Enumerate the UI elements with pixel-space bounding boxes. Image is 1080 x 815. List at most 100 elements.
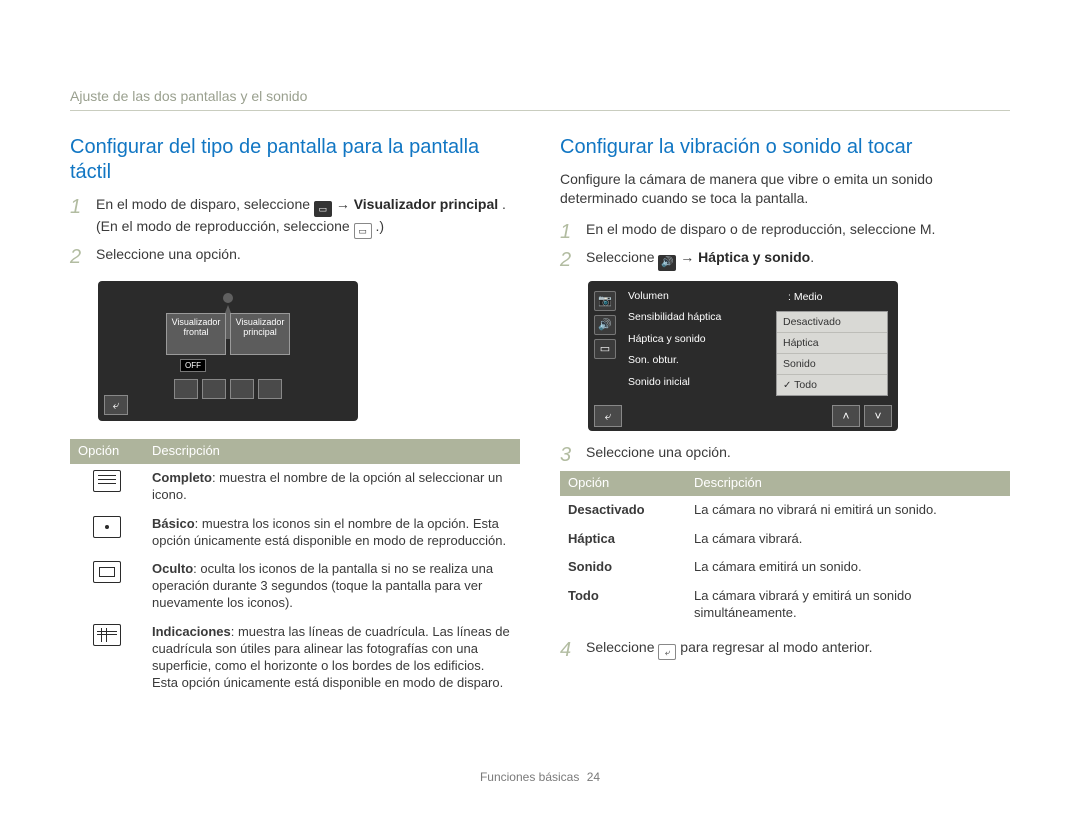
row-label: Oculto xyxy=(152,561,193,576)
step-number: 1 xyxy=(560,220,578,242)
step-number: 4 xyxy=(560,638,578,660)
row-label: Básico xyxy=(152,516,195,531)
bold-text: Visualizador principal xyxy=(354,196,498,212)
right-step-4: 4 Seleccione ⤶ para regresar al modo ant… xyxy=(560,638,1010,660)
step-number: 2 xyxy=(560,248,578,271)
option-icon xyxy=(258,379,282,399)
row-label: Indicaciones xyxy=(152,624,231,639)
text: . xyxy=(810,249,814,265)
row-desc: La cámara no vibrará ni emitirá un sonid… xyxy=(686,496,1010,525)
row-label: Sonido xyxy=(568,559,612,574)
down-icon: ˅ xyxy=(864,405,892,427)
arrow: → xyxy=(680,249,698,265)
menu-item: Sonido inicial xyxy=(628,377,721,389)
page-footer: Funciones básicas 24 xyxy=(0,770,1080,784)
text: Seleccione xyxy=(586,249,658,265)
text: Seleccione xyxy=(586,639,658,655)
menu-item: Volumen xyxy=(628,291,721,303)
text: En el modo de disparo o de reproducción,… xyxy=(586,220,1010,242)
camera-icon: 📷 xyxy=(594,291,616,311)
sound-icon: 🔊 xyxy=(658,255,676,271)
row-label: Desactivado xyxy=(568,502,645,517)
table-row: Completo: muestra el nombre de la opción… xyxy=(70,464,520,510)
display-icon: ▭ xyxy=(314,201,332,217)
text: En el modo de disparo, seleccione xyxy=(96,196,314,212)
row-desc: La cámara vibrará. xyxy=(686,525,1010,554)
sound-icon: 🔊 xyxy=(594,315,616,335)
table-row: Todo La cámara vibrará y emitirá un soni… xyxy=(560,582,1010,628)
menu-labels: Volumen Sensibilidad háptica Háptica y s… xyxy=(628,291,721,389)
dropdown-option: Desactivado xyxy=(777,312,887,333)
text: Seleccione una opción. xyxy=(586,443,1010,465)
haptic-dropdown: Desactivado Háptica Sonido Todo xyxy=(776,311,888,396)
haptic-settings-screenshot: 📷 🔊 ▭ Volumen Sensibilidad háptica Hápti… xyxy=(588,281,898,431)
right-section-title: Conﬁgurar la vibración o sonido al tocar xyxy=(560,135,1010,160)
main-display-tile: Visualizadorprincipal xyxy=(230,313,290,355)
row-label: Todo xyxy=(568,588,599,603)
back-icon: ⤶ xyxy=(658,644,676,660)
table-row: Indicaciones: muestra las líneas de cuad… xyxy=(70,618,520,698)
table-row: Sonido La cámara emitirá un sonido. xyxy=(560,553,1010,582)
arrow: → xyxy=(336,196,354,212)
display-options-table: Opción Descripción Completo: muestra el … xyxy=(70,439,520,698)
row-desc: : muestra los iconos sin el nombre de la… xyxy=(152,516,506,548)
text: para regresar al modo anterior. xyxy=(680,639,872,655)
menu-item: Son. obtur. xyxy=(628,355,721,367)
table-row: Háptica La cámara vibrará. xyxy=(560,525,1010,554)
off-badge: OFF xyxy=(180,359,206,372)
display-icon: ▭ xyxy=(594,339,616,359)
table-header-option: Opción xyxy=(70,439,144,464)
table-row: Básico: muestra los iconos sin el nombre… xyxy=(70,510,520,556)
right-step-3: 3 Seleccione una opción. xyxy=(560,443,1010,465)
table-header-description: Descripción xyxy=(144,439,520,464)
right-step-1: 1 En el modo de disparo o de reproducció… xyxy=(560,220,1010,242)
back-icon: ⤶ xyxy=(104,395,128,415)
option-icon xyxy=(202,379,226,399)
option-icon xyxy=(174,379,198,399)
back-icon: ⤶ xyxy=(594,405,622,427)
left-step-1: 1 En el modo de disparo, seleccione ▭ → … xyxy=(70,195,520,239)
text: Seleccione una opción. xyxy=(96,245,520,267)
icon-row xyxy=(174,379,282,399)
up-icon: ˄ xyxy=(832,405,860,427)
option-icon xyxy=(230,379,254,399)
table-header-option: Opción xyxy=(560,471,686,496)
menu-item: Háptica y sonido xyxy=(628,334,721,346)
right-intro: Conﬁgure la cámara de manera que vibre o… xyxy=(560,170,1010,208)
text: .) xyxy=(375,218,384,234)
menu-item: Sensibilidad háptica xyxy=(628,312,721,324)
right-step-2: 2 Seleccione 🔊 → Háptica y sonido. xyxy=(560,248,1010,271)
table-header-description: Descripción xyxy=(686,471,1010,496)
table-row: Oculto: oculta los iconos de la pantalla… xyxy=(70,555,520,618)
display-alt-icon: ▭ xyxy=(354,223,372,239)
bold-text: Háptica y sonido xyxy=(698,249,810,265)
dropdown-option-selected: Todo xyxy=(777,375,887,395)
table-row: Desactivado La cámara no vibrará ni emit… xyxy=(560,496,1010,525)
complete-icon xyxy=(93,470,121,492)
breadcrumb: Ajuste de las dos pantallas y el sonido xyxy=(70,88,1010,111)
footer-section: Funciones básicas xyxy=(480,770,579,784)
right-column: Conﬁgurar la vibración o sonido al tocar… xyxy=(560,135,1010,698)
left-section-title: Conﬁgurar del tipo de pantalla para la p… xyxy=(70,135,520,185)
dropdown-option: Háptica xyxy=(777,333,887,354)
row-desc: La cámara vibrará y emitirá un sonido si… xyxy=(686,582,1010,628)
row-label: Háptica xyxy=(568,531,615,546)
hidden-icon xyxy=(93,561,121,583)
step-number: 1 xyxy=(70,195,88,239)
row-desc: La cámara emitirá un sonido. xyxy=(686,553,1010,582)
step-number: 3 xyxy=(560,443,578,465)
front-display-tile: Visualizadorfrontal xyxy=(166,313,226,355)
basic-icon xyxy=(93,516,121,538)
left-column: Conﬁgurar del tipo de pantalla para la p… xyxy=(70,135,520,698)
dropdown-option: Sonido xyxy=(777,354,887,375)
row-desc: : oculta los iconos de la pantalla si no… xyxy=(152,561,493,610)
step-number: 2 xyxy=(70,245,88,267)
grid-icon xyxy=(93,624,121,646)
display-settings-screenshot: Visualizadorfrontal Visualizadorprincipa… xyxy=(98,281,358,421)
page-number: 24 xyxy=(587,770,600,784)
row-label: Completo xyxy=(152,470,212,485)
value-medio: : Medio xyxy=(788,291,822,303)
side-icons: 📷 🔊 ▭ xyxy=(592,287,618,399)
haptic-options-table: Opción Descripción Desactivado La cámara… xyxy=(560,471,1010,628)
left-step-2: 2 Seleccione una opción. xyxy=(70,245,520,267)
